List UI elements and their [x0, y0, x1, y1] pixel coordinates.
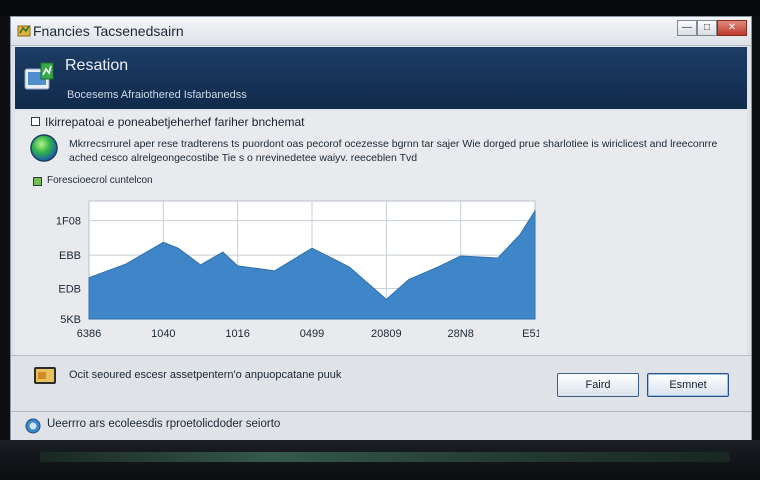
window-title: Fnancies Tacsenedsairn	[33, 23, 184, 39]
chart-x-tick-label: 0499	[300, 328, 324, 340]
chart-x-tick-label: 20809	[371, 328, 402, 340]
area-chart: 1F08 EBB EDB 5KB 6386 1040 1016 0499 20809 28N8 E…	[56, 200, 539, 340]
footer-divider	[11, 355, 751, 356]
description-text: Mkrrecsrrurel aper rese tradterens ts pu…	[69, 138, 718, 164]
title-bar[interactable]: Fnancies Tacsenedsairn — □ ✕	[11, 17, 751, 46]
statusbar-text: Ueerrro ars ecoleesdis rproetolicdoder s…	[47, 418, 281, 430]
chart-y-tick-label: 5KB	[60, 314, 81, 326]
section-heading: Ikirrepatoai e poneabetjeherhef fariher …	[45, 115, 305, 129]
chart-legend-checkbox[interactable]	[33, 177, 42, 186]
section-checkbox[interactable]	[31, 117, 40, 126]
secondary-button[interactable]: Esmnet	[647, 373, 729, 397]
close-button[interactable]: ✕	[717, 20, 747, 36]
primary-button[interactable]: Faird	[557, 373, 639, 397]
chart-y-tick-label: EDB	[58, 284, 81, 296]
chart-y-tick-label: 1F08	[56, 216, 81, 228]
chart-label: Forescioecrol cuntelcon	[47, 175, 153, 186]
monitor-stand-glow	[40, 452, 730, 462]
app-window: Fnancies Tacsenedsairn — □ ✕ Resation Bo…	[10, 16, 752, 440]
maximize-button[interactable]: □	[697, 20, 717, 36]
minimize-button[interactable]: —	[677, 20, 697, 36]
chart-x-axis: 6386 1040 1016 0499 20809 28N8 E518	[77, 328, 539, 340]
header-subtitle: Bocesems Afraiothered Isfarbanedss	[67, 89, 247, 101]
wizard-header: Resation Bocesems Afraiothered Isfarbane…	[15, 47, 747, 109]
folder-icon	[34, 367, 56, 384]
globe-info-icon	[30, 134, 58, 162]
chart-x-tick-label: 1040	[151, 328, 175, 340]
help-icon[interactable]	[25, 418, 41, 434]
app-icon	[17, 25, 31, 37]
header-title: Resation	[65, 57, 129, 74]
monitor-bezel-top	[0, 0, 760, 16]
chart-y-tick-label: EBB	[59, 250, 81, 262]
status-bar: Ueerrro ars ecoleesdis rproetolicdoder s…	[11, 411, 751, 440]
chart-x-tick-label: 6386	[77, 328, 101, 340]
monitor-chart-icon	[24, 62, 54, 90]
chart-x-tick-label: 28N8	[448, 328, 474, 340]
chart-x-tick-label: 1016	[225, 328, 249, 340]
chart-y-axis: 1F08 EBB EDB 5KB	[56, 216, 81, 326]
footer-status-text: Ocit seoured escesr assetpentern'o anpuo…	[69, 369, 342, 381]
chart-x-tick-label: E518	[522, 328, 539, 340]
main-content: Ikirrepatoai e poneabetjeherhef fariher …	[15, 111, 747, 355]
